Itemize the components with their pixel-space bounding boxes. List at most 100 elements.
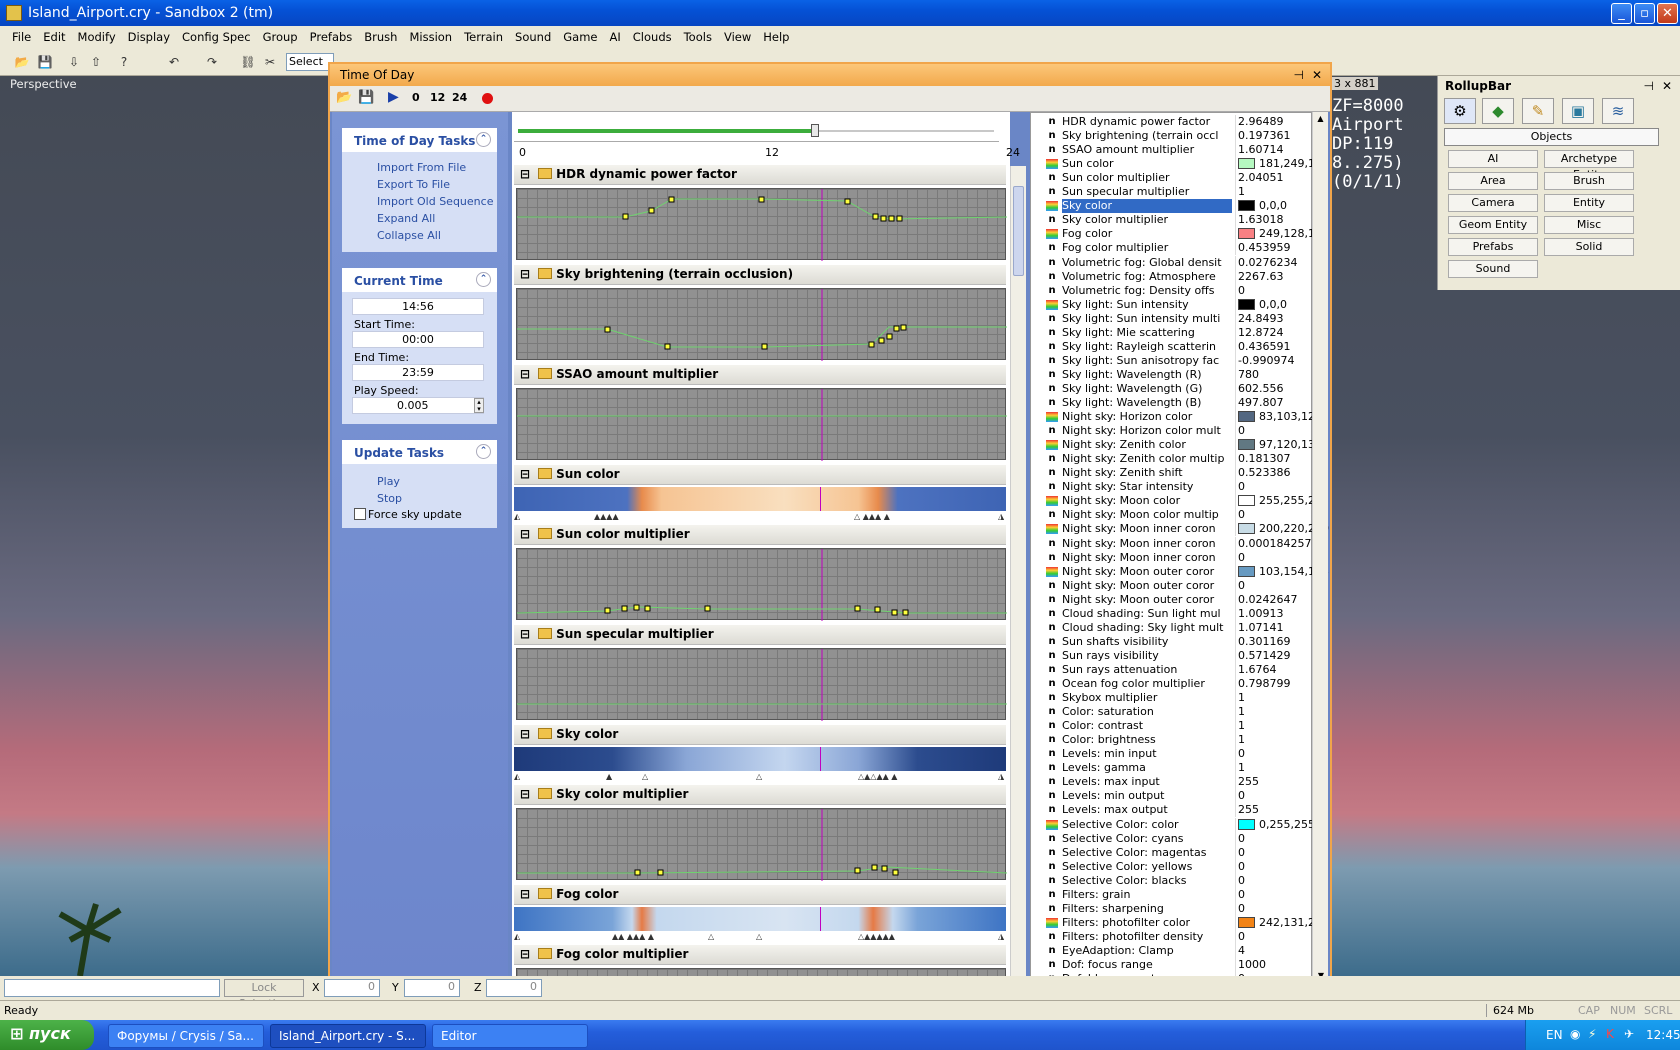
property-row[interactable]: n Color: saturation 1: [1032, 705, 1312, 720]
property-row[interactable]: n Selective Color: magentas 0: [1032, 845, 1312, 860]
help-icon[interactable]: ?: [114, 52, 134, 72]
taskbar-item-editor[interactable]: Editor: [432, 1024, 588, 1048]
rollup-btn-brush[interactable]: Brush: [1544, 172, 1634, 190]
color-swatch[interactable]: [1238, 916, 1255, 928]
property-row[interactable]: n Sky light: Sun anisotropy fac -0.990974: [1032, 353, 1312, 368]
hdr-curve-graph[interactable]: [516, 188, 1008, 261]
rollup-btn-geom-entity[interactable]: Geom Entity: [1448, 216, 1538, 234]
property-row[interactable]: n HDR dynamic power factor 2.96489: [1032, 115, 1312, 129]
taskbar-item-forum[interactable]: Форумы / Crysis / Sa...: [108, 1024, 264, 1048]
rollup-btn-entity[interactable]: Entity: [1544, 194, 1634, 212]
sky-color-multiplier-graph[interactable]: [516, 808, 1008, 881]
property-row[interactable]: n Sun rays attenuation 1.6764: [1032, 662, 1312, 677]
tod-tasks-header[interactable]: Time of Day Tasks ⌃: [342, 128, 497, 152]
import-old-sequence-link[interactable]: Import Old Sequence: [377, 195, 493, 208]
property-row[interactable]: n Night sky: Horizon color mult 0: [1032, 424, 1312, 439]
objects-tab-icon[interactable]: ⚙: [1444, 98, 1476, 124]
property-row[interactable]: n Night sky: Moon inner coron 0.000184257: [1032, 536, 1312, 551]
property-row[interactable]: n Filters: grain 0: [1032, 887, 1312, 902]
update-tasks-header[interactable]: Update Tasks ⌃: [342, 440, 497, 464]
property-row[interactable]: n Night sky: Zenith shift 0.523386: [1032, 466, 1312, 481]
property-row[interactable]: Night sky: Horizon color 83,103,129: [1032, 410, 1322, 425]
close-button[interactable]: ✕: [1657, 3, 1678, 24]
property-row[interactable]: n Fog color multiplier 0.453959: [1032, 241, 1312, 256]
antivirus-icon[interactable]: ⚡: [1588, 1027, 1596, 1041]
rollup-btn-misc[interactable]: Misc: [1544, 216, 1634, 234]
pin-icon[interactable]: ⊣: [1644, 79, 1654, 93]
property-row[interactable]: n Sky light: Sun intensity multi 24.8493: [1032, 311, 1312, 326]
section-fog-color[interactable]: ⊟ Fog color: [514, 885, 1006, 905]
unlink-icon[interactable]: ✂: [260, 52, 280, 72]
property-row[interactable]: n Sky light: Wavelength (R) 780: [1032, 367, 1312, 382]
tod-pin-icon[interactable]: ⊣: [1294, 68, 1304, 82]
open-icon[interactable]: 📂: [336, 90, 352, 105]
property-row[interactable]: Fog color 249,128,131: [1032, 227, 1329, 242]
color-swatch[interactable]: [1238, 158, 1255, 170]
lock-selection-button[interactable]: Lock Selection: [224, 979, 304, 1010]
maximize-button[interactable]: ▫: [1634, 3, 1655, 24]
play-link[interactable]: Play: [377, 475, 400, 488]
property-row[interactable]: n Levels: min output 0: [1032, 789, 1312, 804]
airplane-icon[interactable]: ✈: [1624, 1027, 1634, 1041]
y-field[interactable]: 0: [404, 979, 460, 997]
menu-mission[interactable]: Mission: [403, 30, 458, 44]
property-row[interactable]: n Sky color multiplier 1.63018: [1032, 213, 1312, 228]
property-row[interactable]: n Skybox multiplier 1: [1032, 691, 1312, 706]
color-swatch[interactable]: [1238, 228, 1255, 240]
property-row[interactable]: n Levels: gamma 1: [1032, 761, 1312, 776]
rollup-btn-camera[interactable]: Camera: [1448, 194, 1538, 212]
sky-brightening-graph[interactable]: [516, 288, 1007, 361]
redo-icon[interactable]: ↷: [202, 52, 222, 72]
minimize-button[interactable]: _: [1611, 3, 1632, 24]
property-row[interactable]: Sky color 0,0,0: [1032, 199, 1312, 214]
color-swatch[interactable]: [1238, 818, 1255, 830]
rollup-btn-archetype[interactable]: Archetype Entity: [1544, 150, 1634, 181]
property-row[interactable]: n Color: brightness 1: [1032, 733, 1312, 748]
fog-color-gradient[interactable]: [514, 907, 1006, 931]
menu-ai[interactable]: AI: [604, 30, 627, 44]
import-icon[interactable]: ⇧: [86, 52, 106, 72]
color-swatch[interactable]: [1238, 565, 1255, 577]
export-to-file-link[interactable]: Export To File: [377, 178, 450, 191]
menu-view[interactable]: View: [718, 30, 757, 44]
import-from-file-link[interactable]: Import From File: [377, 161, 466, 174]
start-button[interactable]: ⊞ пуск: [0, 1020, 94, 1050]
link-icon[interactable]: ⛓: [238, 52, 258, 72]
command-input[interactable]: [4, 979, 220, 997]
property-row[interactable]: n SSAO amount multiplier 1.60714: [1032, 143, 1312, 158]
rollup-btn-ai[interactable]: AI: [1448, 150, 1538, 168]
display-tab-icon[interactable]: ▣: [1562, 98, 1594, 124]
time-slider-thumb[interactable]: [810, 124, 819, 137]
tod-close-icon[interactable]: ✕: [1312, 68, 1322, 82]
section-ssao[interactable]: ⊟ SSAO amount multiplier: [514, 365, 1006, 385]
expand-all-link[interactable]: Expand All: [377, 212, 435, 225]
property-row[interactable]: Filters: photofilter color 242,131,22: [1032, 915, 1322, 930]
menu-display[interactable]: Display: [122, 30, 176, 44]
current-time-header[interactable]: Current Time ⌃: [342, 268, 497, 292]
language-indicator[interactable]: EN: [1546, 1028, 1563, 1042]
property-row[interactable]: n Selective Color: blacks 0: [1032, 873, 1312, 888]
rollup-btn-prefabs[interactable]: Prefabs: [1448, 238, 1538, 256]
record-icon[interactable]: [482, 93, 493, 104]
collapse-icon[interactable]: ⌃: [476, 272, 491, 287]
play-speed-field[interactable]: 0.005: [352, 397, 484, 414]
end-time-field[interactable]: 23:59: [352, 364, 484, 381]
property-row[interactable]: n Cloud shading: Sky light mult 1.07141: [1032, 620, 1312, 635]
section-sky-color[interactable]: ⊟ Sky color: [514, 725, 1006, 745]
section-sky-color-multiplier[interactable]: ⊟ Sky color multiplier: [514, 785, 1006, 805]
section-sun-color[interactable]: ⊟ Sun color: [514, 465, 1006, 485]
property-row[interactable]: Sky light: Sun intensity 0,0,0: [1032, 297, 1312, 312]
property-row[interactable]: n Volumetric fog: Global densit 0.0276234: [1032, 255, 1312, 270]
property-row[interactable]: n Filters: photofilter density 0: [1032, 929, 1312, 944]
start-time-field[interactable]: 00:00: [352, 331, 484, 348]
property-row[interactable]: n Night sky: Moon outer coror 0: [1032, 578, 1312, 593]
menu-help[interactable]: Help: [757, 30, 795, 44]
property-row[interactable]: n Night sky: Moon inner coron 0: [1032, 550, 1312, 565]
property-row[interactable]: n Night sky: Moon color multip 0: [1032, 508, 1312, 523]
property-row[interactable]: n Selective Color: cyans 0: [1032, 831, 1312, 846]
collapse-all-link[interactable]: Collapse All: [377, 229, 441, 242]
ssao-graph[interactable]: [516, 388, 1007, 461]
modify-tab-icon[interactable]: ✎: [1522, 98, 1554, 124]
property-row[interactable]: n Sun shafts visibility 0.301169: [1032, 634, 1312, 649]
menu-config-spec[interactable]: Config Spec: [176, 30, 257, 44]
